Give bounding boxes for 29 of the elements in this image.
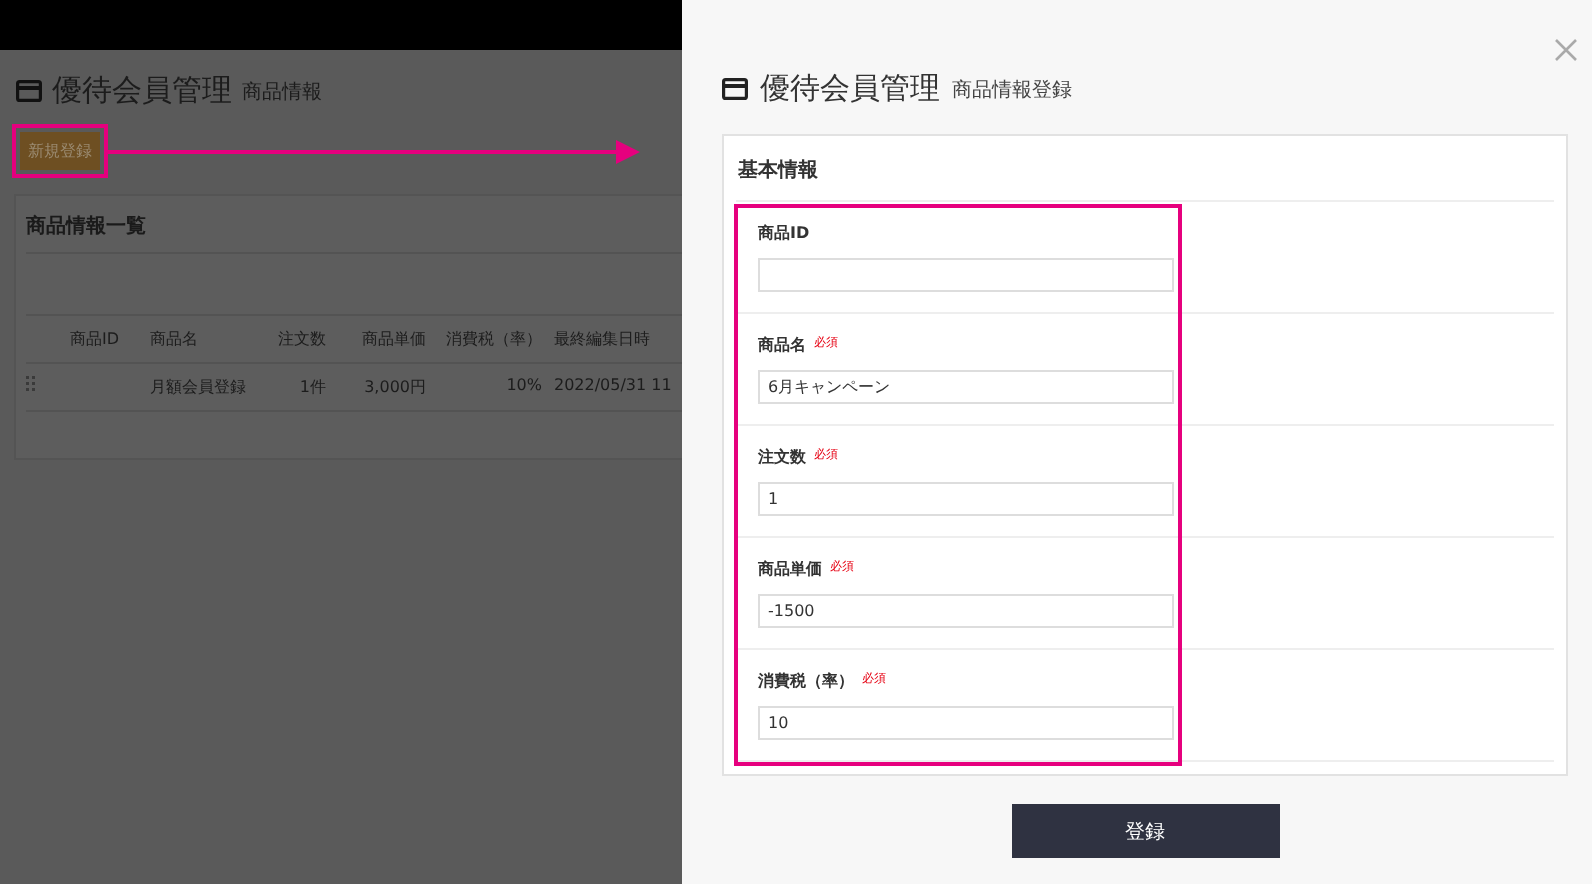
page-subtitle: 商品情報 — [242, 79, 322, 105]
column-header: 商品ID — [70, 314, 150, 364]
section-title: 基本情報 — [736, 136, 1554, 202]
card-icon — [722, 78, 748, 100]
page-title: 優待会員管理 — [52, 72, 232, 110]
input-field[interactable]: 1 — [758, 482, 1174, 516]
table-cell: 1件 — [266, 364, 338, 412]
field-label: 商品単価 — [758, 558, 822, 580]
table-cell: 月額会員登録 — [150, 364, 266, 412]
drawer-subtitle: 商品情報登録 — [952, 77, 1072, 103]
column-header: 商品名 — [150, 314, 266, 364]
input-field[interactable] — [758, 258, 1174, 292]
drag-handle-icon[interactable] — [26, 376, 36, 392]
field-label: 注文数 — [758, 446, 806, 468]
input-field[interactable]: 10 — [758, 706, 1174, 740]
column-header: 注文数 — [266, 314, 338, 364]
drawer-title: 優待会員管理 — [760, 70, 940, 108]
table-cell: 10% — [438, 364, 554, 412]
column-header: 消費税（率） — [438, 314, 554, 364]
table-cell: 3,000円 — [338, 364, 438, 412]
field-label: 商品名 — [758, 334, 806, 356]
column-header: 商品単価 — [338, 314, 438, 364]
input-field[interactable]: 6月キャンペーン — [758, 370, 1174, 404]
card-icon — [16, 80, 42, 102]
field-label: 消費税（率） — [758, 670, 854, 692]
submit-button[interactable]: 登録 — [1011, 804, 1279, 858]
close-icon[interactable] — [1554, 38, 1578, 62]
field-label: 商品ID — [758, 222, 810, 244]
input-field[interactable]: -1500 — [758, 594, 1174, 628]
